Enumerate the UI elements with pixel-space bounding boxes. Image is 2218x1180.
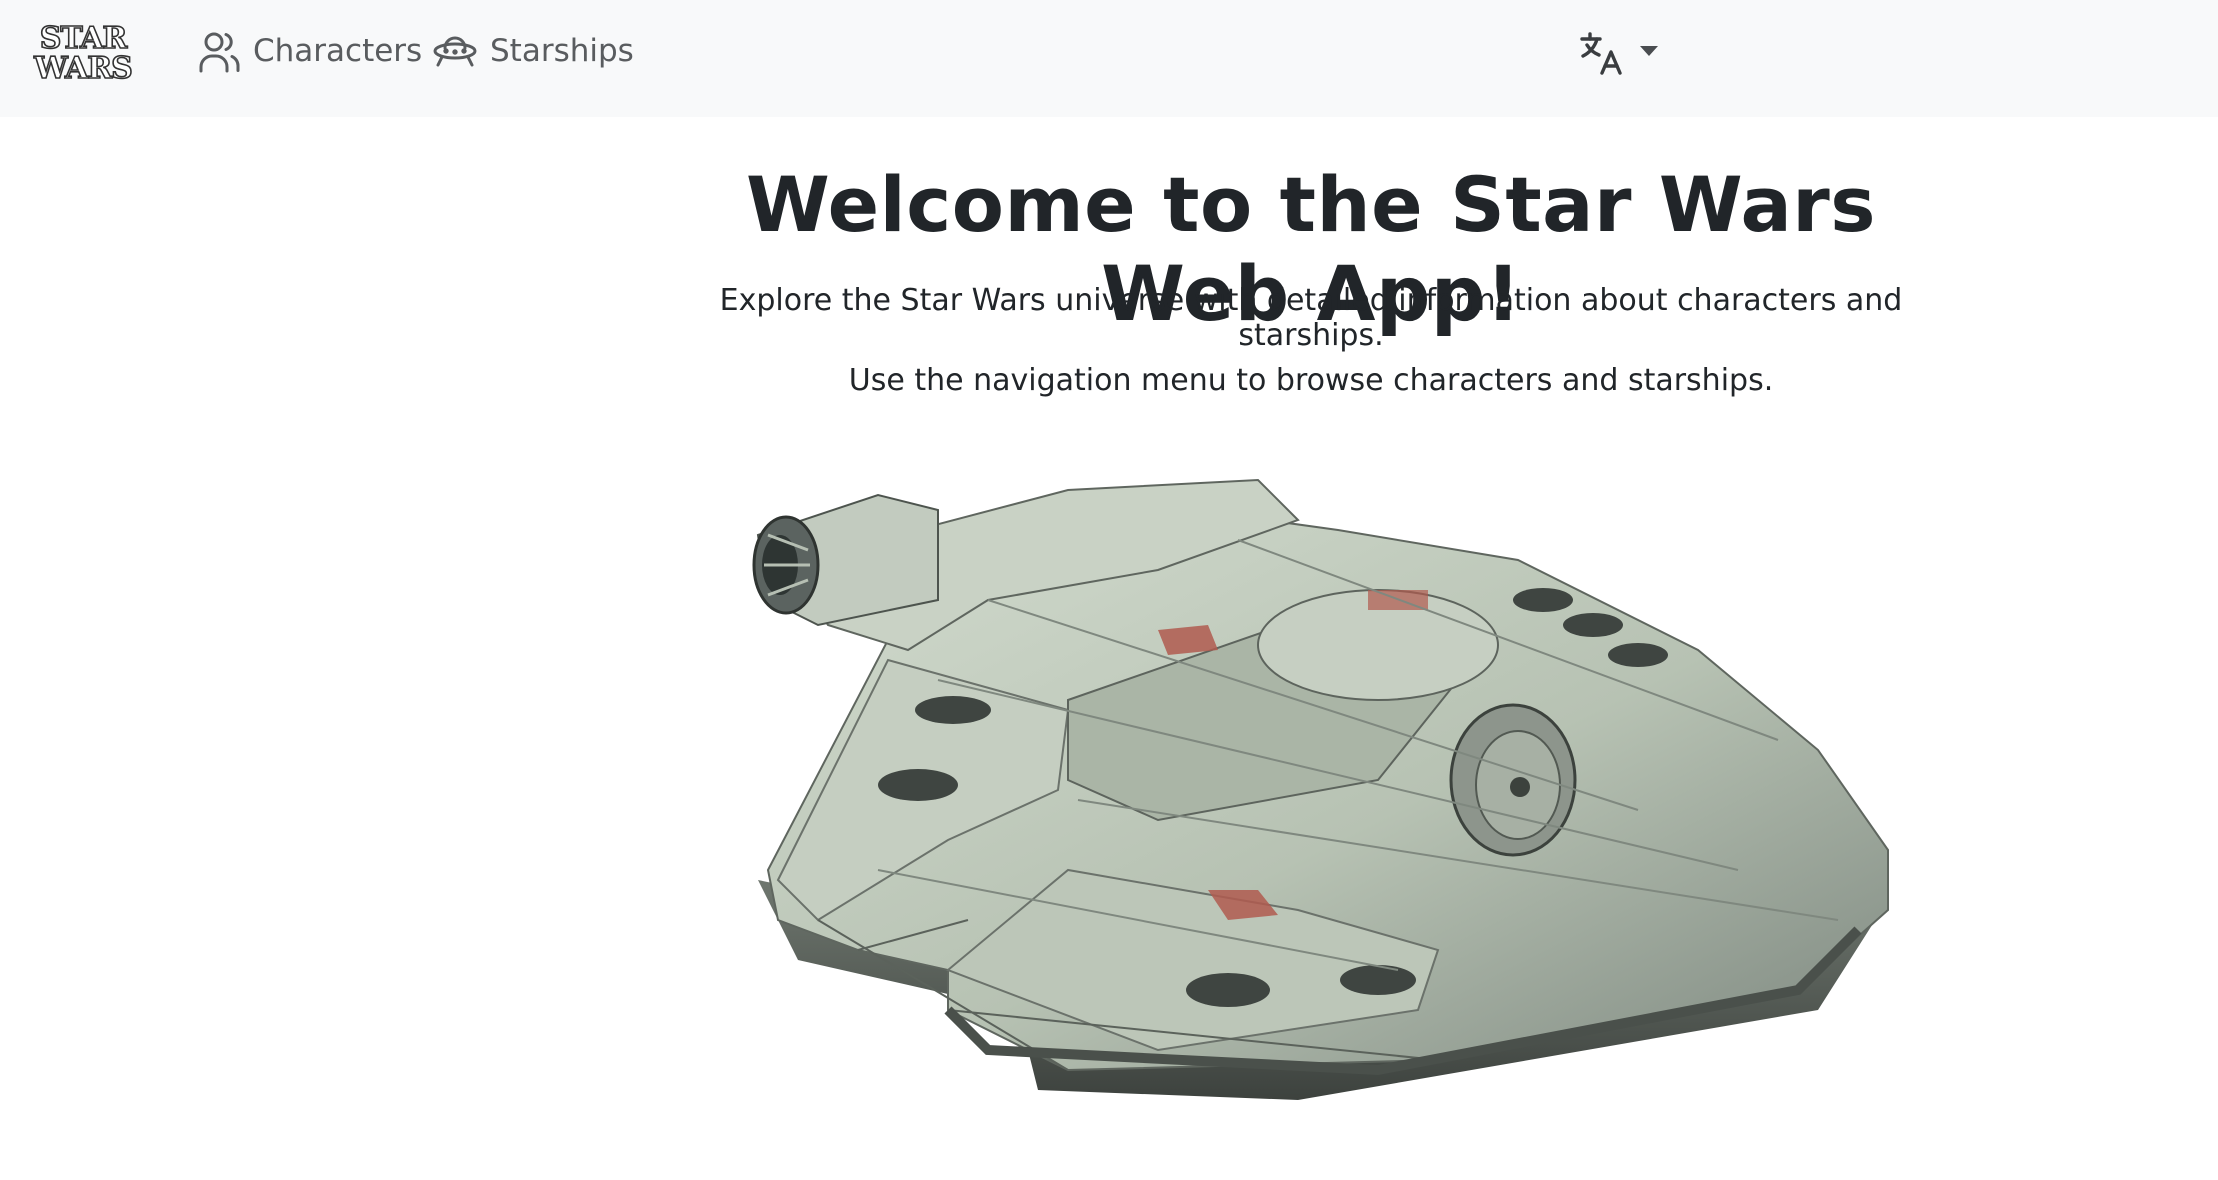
nav-characters-label: Characters	[253, 33, 423, 69]
nav-starships[interactable]: Starships	[432, 28, 634, 74]
hero-instructions: Use the navigation menu to browse charac…	[848, 363, 1774, 398]
chevron-down-icon	[1640, 46, 1658, 56]
millennium-falcon-image	[752, 478, 1889, 1100]
nav-characters[interactable]: Characters	[197, 28, 422, 74]
ufo-icon	[433, 36, 477, 67]
top-navbar: STAR WARS Characters Starships	[0, 0, 2218, 117]
nav-starships-label: Starships	[490, 33, 634, 69]
users-icon	[199, 32, 240, 73]
star-wars-logo[interactable]: STAR WARS	[20, 20, 146, 82]
svg-text:WARS: WARS	[33, 51, 132, 82]
hero-subtitle: Explore the Star Wars universe with deta…	[719, 283, 1903, 353]
translate-icon	[1580, 32, 1622, 75]
language-dropdown[interactable]	[1578, 28, 1658, 78]
